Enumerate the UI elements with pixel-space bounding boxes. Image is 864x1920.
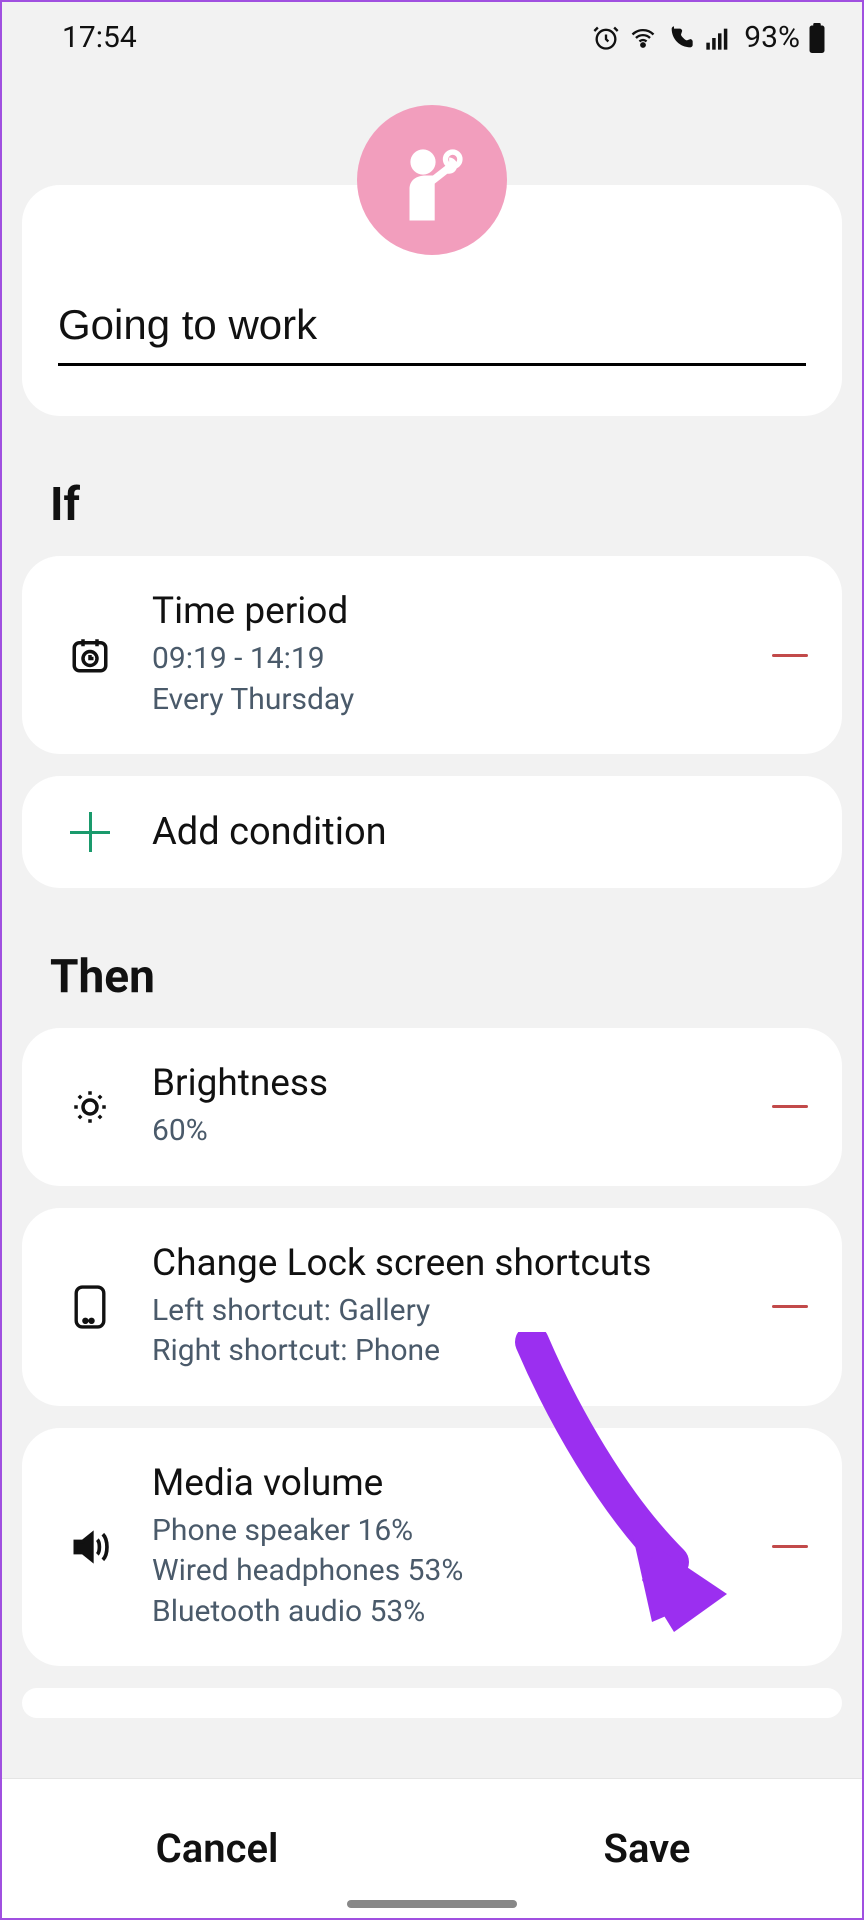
add-condition-label: Add condition — [152, 810, 812, 854]
save-button[interactable]: Save — [432, 1779, 862, 1918]
bottom-action-bar: Cancel Save — [2, 1778, 862, 1918]
battery-percent: 93% — [744, 20, 800, 55]
call-icon — [666, 24, 696, 52]
action-value: 60% — [152, 1111, 758, 1152]
remove-condition-button[interactable] — [768, 633, 812, 677]
status-bar: 17:54 93% — [2, 2, 862, 65]
device-icon — [62, 1284, 118, 1330]
remove-action-button[interactable] — [768, 1525, 812, 1569]
routine-name-input[interactable] — [58, 295, 806, 366]
calendar-clock-icon — [62, 634, 118, 676]
status-icons: 93% — [592, 20, 826, 55]
add-condition-button[interactable]: Add condition — [22, 776, 842, 888]
action-speaker: Phone speaker 16% — [152, 1511, 758, 1552]
routine-category-icon[interactable] — [357, 105, 507, 255]
if-section-label: If — [50, 478, 814, 532]
action-title: Brightness — [152, 1062, 758, 1105]
wifi-icon — [628, 24, 658, 52]
signal-icon — [704, 24, 732, 52]
action-wired: Wired headphones 53% — [152, 1551, 758, 1592]
remove-action-button[interactable] — [768, 1285, 812, 1329]
action-bluetooth: Bluetooth audio 53% — [152, 1592, 758, 1633]
action-lockscreen-shortcuts[interactable]: Change Lock screen shortcuts Left shortc… — [22, 1208, 842, 1406]
action-title: Media volume — [152, 1462, 758, 1505]
remove-action-button[interactable] — [768, 1085, 812, 1129]
plus-icon — [70, 812, 110, 852]
condition-days: Every Thursday — [152, 680, 758, 721]
alarm-icon — [592, 24, 620, 52]
status-time: 17:54 — [62, 20, 137, 55]
action-right-shortcut: Right shortcut: Phone — [152, 1331, 758, 1372]
action-brightness[interactable]: Brightness 60% — [22, 1028, 842, 1186]
cancel-button[interactable]: Cancel — [2, 1779, 432, 1918]
battery-icon — [808, 23, 826, 53]
volume-icon — [62, 1525, 118, 1569]
condition-time: 09:19 - 14:19 — [152, 639, 758, 680]
nav-handle[interactable] — [347, 1900, 517, 1908]
action-media-volume[interactable]: Media volume Phone speaker 16% Wired hea… — [22, 1428, 842, 1667]
action-left-shortcut: Left shortcut: Gallery — [152, 1291, 758, 1332]
commute-icon — [387, 135, 477, 225]
next-card-peek — [22, 1688, 842, 1718]
then-section-label: Then — [50, 950, 814, 1004]
condition-title: Time period — [152, 590, 758, 633]
condition-time-period[interactable]: Time period 09:19 - 14:19 Every Thursday — [22, 556, 842, 754]
action-title: Change Lock screen shortcuts — [152, 1242, 758, 1285]
brightness-icon — [62, 1086, 118, 1128]
